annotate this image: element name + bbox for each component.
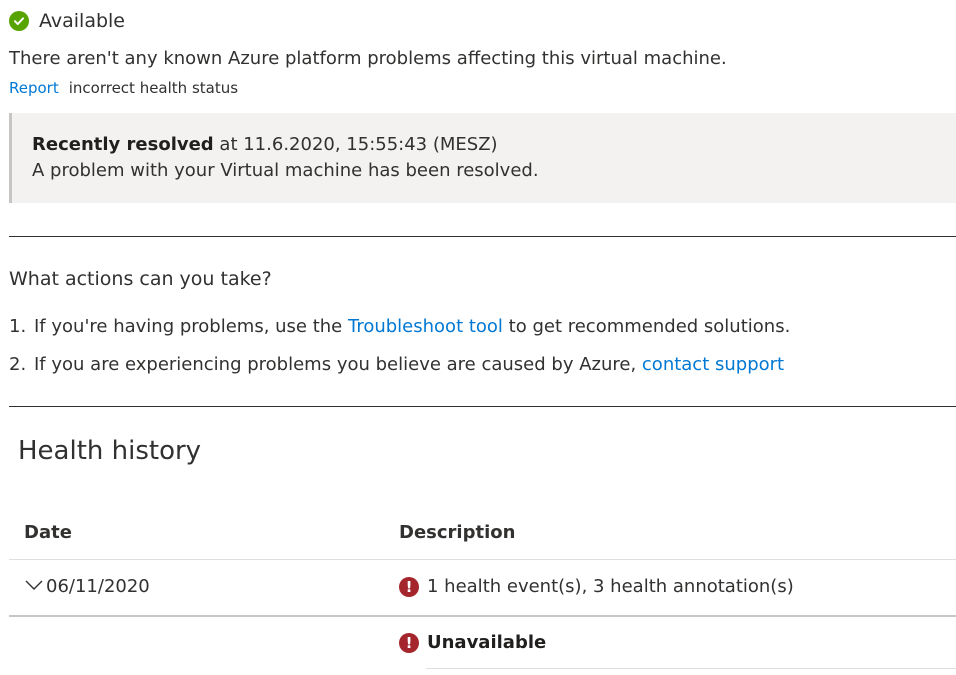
report-row: Report incorrect health status — [9, 79, 238, 97]
recently-resolved-box: Recently resolved at 11.6.2020, 15:55:43… — [9, 113, 956, 203]
row-divider — [9, 615, 956, 617]
status-description: There aren't any known Azure platform pr… — [9, 48, 727, 69]
resolved-bold-label: Recently resolved — [32, 134, 214, 155]
header-divider — [9, 559, 956, 560]
contact-support-link[interactable]: contact support — [642, 354, 784, 375]
action-number: 2. — [9, 354, 27, 375]
health-history-title: Health history — [18, 436, 202, 466]
sub-row-divider — [426, 668, 956, 669]
status-header: Available — [9, 6, 125, 36]
report-link[interactable]: Report — [9, 79, 59, 97]
divider — [9, 406, 956, 407]
chevron-down-icon[interactable] — [24, 576, 44, 597]
resolved-timestamp: at 11.6.2020, 15:55:43 (MESZ) — [213, 134, 498, 155]
error-icon: ! — [399, 632, 419, 653]
resolved-heading: Recently resolved at 11.6.2020, 15:55:43… — [32, 134, 498, 155]
action-text-before: If you're having problems, use the — [34, 316, 348, 337]
checkmark-circle-icon — [9, 11, 29, 31]
table-row-date[interactable]: 06/11/2020 — [24, 576, 150, 597]
action-text-after: to get recommended solutions. — [502, 316, 791, 337]
error-icon: ! — [399, 576, 419, 597]
column-header-description[interactable]: Description — [399, 522, 515, 543]
status-label: Available — [39, 10, 126, 32]
resource-health-page: Available There aren't any known Azure p… — [0, 0, 956, 675]
action-text-before: If you are experiencing problems you bel… — [34, 354, 642, 375]
row-description: 1 health event(s), 3 health annotation(s… — [427, 576, 794, 597]
action-item-2: 2. If you are experiencing problems you b… — [9, 354, 784, 375]
report-rest-text: incorrect health status — [68, 79, 239, 97]
actions-question: What actions can you take? — [9, 268, 272, 290]
action-item-1: 1. If you're having problems, use the Tro… — [9, 316, 790, 337]
table-row-description: ! 1 health event(s), 3 health annotation… — [399, 576, 794, 597]
divider — [9, 236, 956, 237]
row-date: 06/11/2020 — [46, 576, 150, 597]
sub-row-event[interactable]: ! Unavailable — [399, 632, 546, 653]
sub-row-status: Unavailable — [427, 632, 547, 653]
column-header-date[interactable]: Date — [24, 522, 72, 543]
resolved-message: A problem with your Virtual machine has … — [32, 160, 539, 181]
action-number: 1. — [9, 316, 27, 337]
troubleshoot-tool-link[interactable]: Troubleshoot tool — [348, 316, 503, 337]
